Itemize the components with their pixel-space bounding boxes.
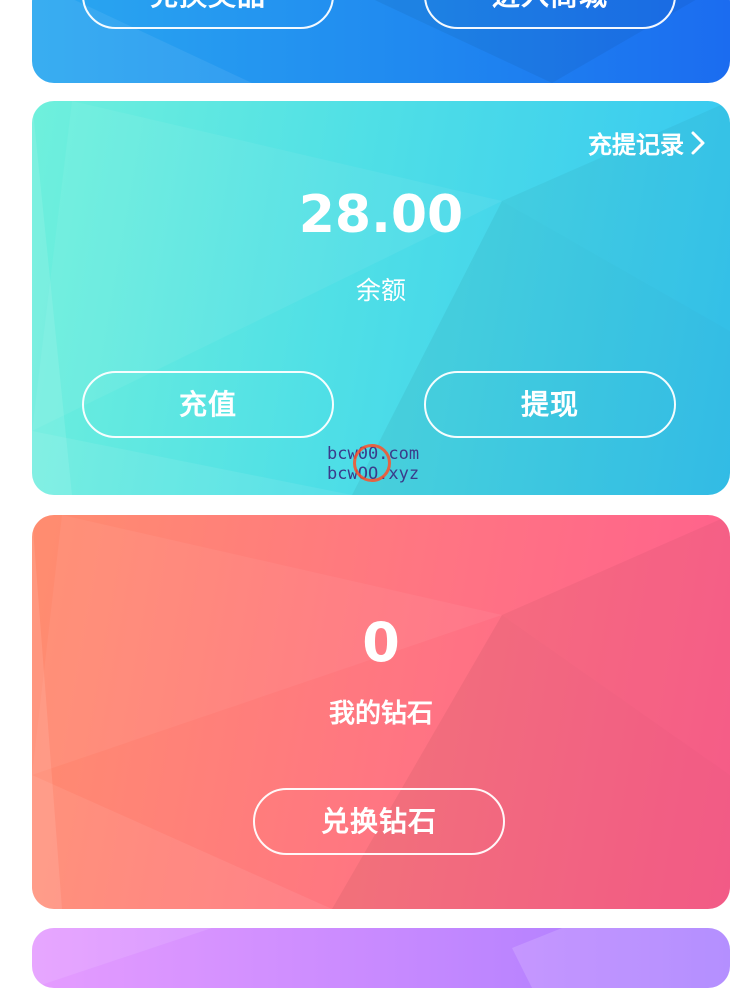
diamond-label: 我的钻石: [328, 699, 433, 729]
chevron-right-icon: [691, 131, 705, 154]
exchange-prize-button[interactable]: 兑换奖品: [82, 0, 334, 29]
next-card: [32, 928, 730, 988]
prize-card: 兑换奖品 进入商城: [32, 0, 730, 83]
diamond-card: 0 我的钻石 兑换钻石: [32, 515, 730, 909]
balance-card: 充提记录 28.00 余额 充值 提现: [32, 101, 730, 495]
withdraw-button[interactable]: 提现: [424, 371, 676, 438]
exchange-diamond-button[interactable]: 兑换钻石: [253, 788, 505, 855]
recharge-button[interactable]: 充值: [82, 371, 334, 438]
record-link-label: 充提记录: [588, 131, 684, 159]
watermark-seal-icon: [353, 444, 391, 482]
balance-amount: 28.00: [298, 185, 464, 245]
watermark: bcw00.com bcwOO.xyz: [327, 444, 447, 484]
card-background-pattern: [32, 928, 730, 988]
diamond-amount: 0: [362, 611, 400, 674]
enter-mall-button[interactable]: 进入商城: [424, 0, 676, 29]
recharge-withdraw-record-link[interactable]: 充提记录: [588, 125, 706, 160]
balance-label: 余额: [355, 276, 406, 305]
